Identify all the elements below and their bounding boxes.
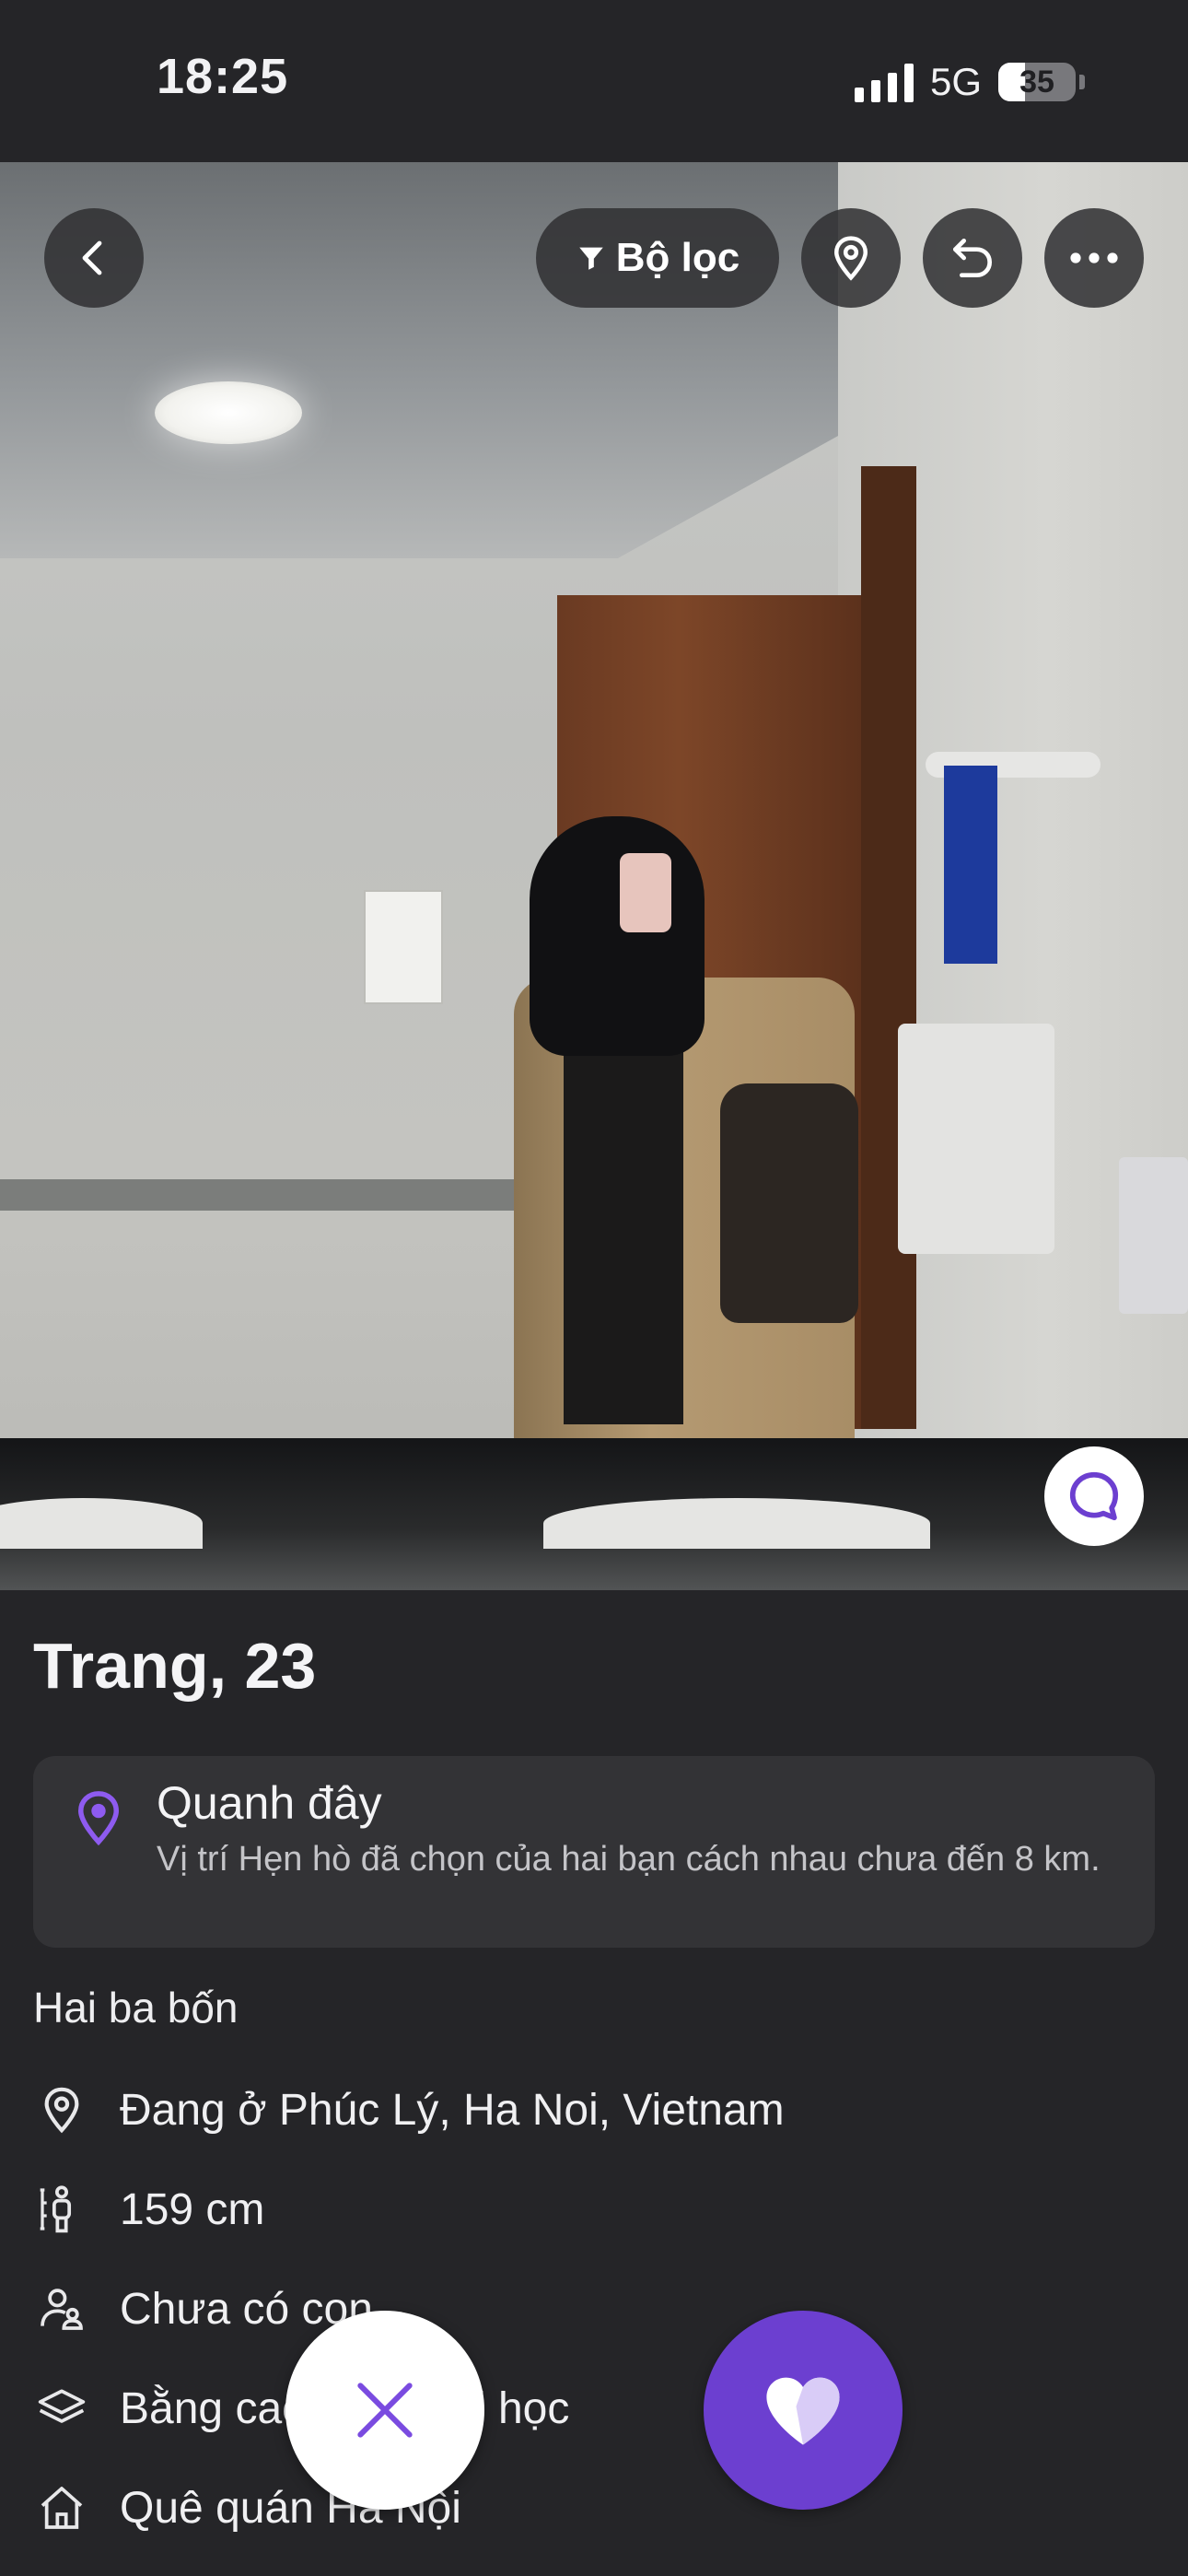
more-options-button[interactable] xyxy=(1044,208,1144,308)
photo-person-dress xyxy=(564,1001,683,1424)
location-pin-icon xyxy=(833,236,868,281)
photo-ceiling-lamp xyxy=(155,381,302,444)
back-button[interactable] xyxy=(44,208,144,308)
photo-sink xyxy=(543,1498,930,1549)
photo-wall-notice xyxy=(364,890,443,1004)
nearby-subtitle: Vị trí Hẹn hò đã chọn của hai bạn cách n… xyxy=(157,1840,1101,1879)
education-icon xyxy=(33,2380,90,2437)
profile-tagline: Hai ba bốn xyxy=(33,1984,239,2032)
photo-sink xyxy=(0,1498,203,1549)
nearby-card: Quanh đây Vị trí Hẹn hò đã chọn của hai … xyxy=(33,1756,1155,1948)
battery-tip xyxy=(1079,75,1085,89)
undo-icon xyxy=(953,239,993,277)
photo-wall-stripe xyxy=(0,1179,553,1211)
chat-bubble-icon xyxy=(1069,1471,1119,1521)
signal-icon xyxy=(854,62,914,102)
nearby-title: Quanh đây xyxy=(157,1777,382,1829)
filter-label: Bộ lọc xyxy=(615,235,740,280)
children-icon xyxy=(33,2280,90,2337)
like-button[interactable] xyxy=(704,2311,903,2510)
location-button[interactable] xyxy=(801,208,901,308)
photo-door-frame xyxy=(861,466,916,1429)
height-icon xyxy=(33,2181,90,2238)
network-type: 5G xyxy=(929,60,982,103)
detail-height: 159 cm xyxy=(33,2168,264,2251)
message-button[interactable] xyxy=(1044,1446,1144,1546)
heart-icon xyxy=(766,2377,840,2445)
profile-photo[interactable] xyxy=(0,162,1188,1590)
photo-hand-dryer xyxy=(898,1024,1054,1254)
detail-location-text: Đang ở Phúc Lý, Ha Noi, Vietnam xyxy=(120,2085,785,2135)
photo-person-hair xyxy=(530,816,705,1056)
battery-icon: 35 xyxy=(998,63,1076,101)
photo-soap-dispenser xyxy=(1119,1157,1188,1314)
chevron-left-icon xyxy=(82,240,102,275)
close-icon xyxy=(357,2383,413,2438)
more-icon xyxy=(1070,252,1118,263)
photo-person-bag xyxy=(720,1083,858,1323)
detail-location: Đang ở Phúc Lý, Ha Noi, Vietnam xyxy=(33,2068,785,2151)
pass-button[interactable] xyxy=(285,2311,484,2510)
filter-button[interactable]: Bộ lọc xyxy=(536,208,779,308)
battery-percent: 35 xyxy=(1019,64,1054,100)
profile-name-age: Trang, 23 xyxy=(33,1630,317,1702)
filter-icon xyxy=(579,247,603,270)
undo-button[interactable] xyxy=(923,208,1022,308)
status-bar: 18:25 5G 35 xyxy=(0,0,1188,162)
photo-phone xyxy=(620,853,671,932)
status-indicators: 5G 35 xyxy=(854,57,1085,107)
hometown-icon xyxy=(33,2479,90,2536)
location-pin-icon xyxy=(77,1791,120,1846)
photo-towel xyxy=(944,766,997,964)
detail-height-text: 159 cm xyxy=(120,2184,265,2234)
location-pin-icon xyxy=(33,2081,90,2138)
status-time: 18:25 xyxy=(157,49,289,104)
